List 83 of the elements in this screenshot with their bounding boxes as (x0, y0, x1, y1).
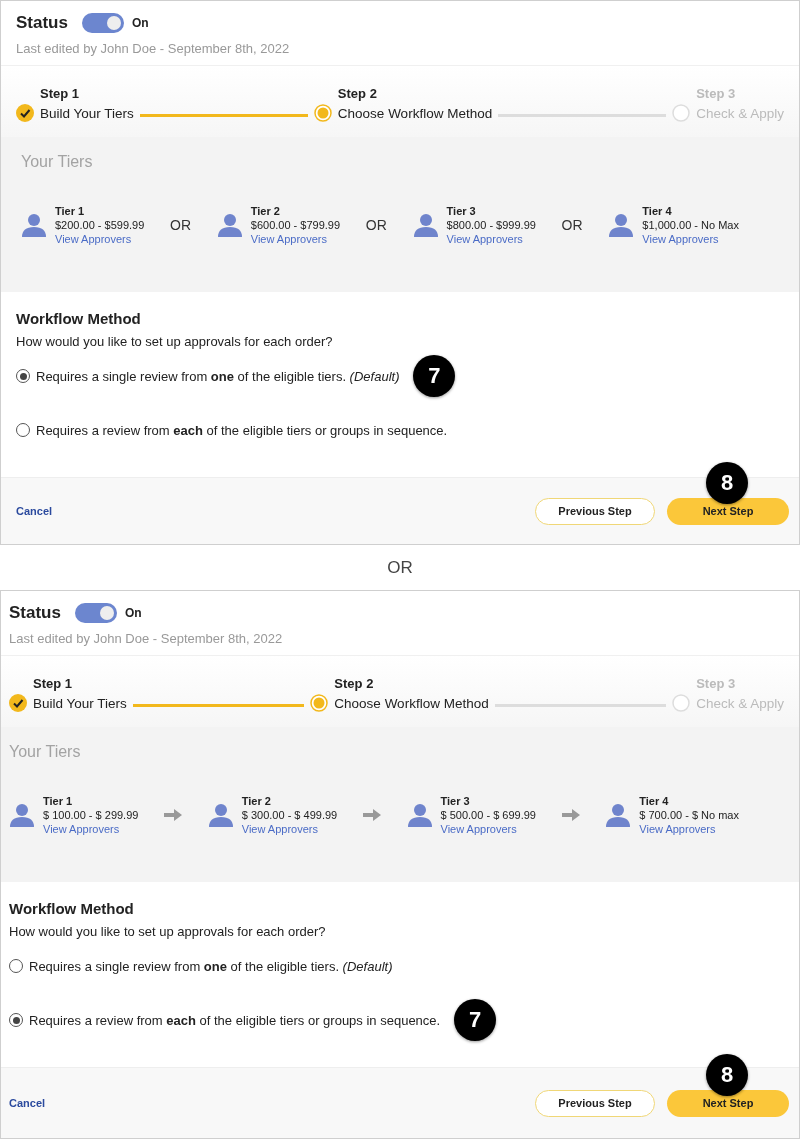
person-icon (9, 802, 35, 828)
step-title: Build Your Tiers (33, 695, 127, 711)
previous-step-button[interactable]: Previous Step (535, 497, 655, 525)
step-label: Step 1 (33, 676, 73, 691)
step-number-badge: 8 (706, 1053, 748, 1096)
step-title: Check & Apply (696, 105, 784, 121)
option-label: Requires a review from each of the eligible tiers or groups in sequence. (29, 1012, 441, 1028)
person-icon (412, 212, 439, 238)
tier-name: Tier 2 (241, 795, 272, 807)
tier-range: $200.00 - $599.99 (55, 219, 145, 231)
person-icon (406, 802, 433, 828)
view-approvers-link[interactable]: View Approvers (55, 233, 145, 245)
option-label: Requires a single review from one of the eligible tiers. (Default) (29, 958, 393, 974)
person-icon (605, 802, 632, 828)
toggle-label: On (124, 606, 142, 620)
radio-button[interactable] (9, 1013, 23, 1027)
tier-name: Tier 2 (250, 205, 281, 217)
arrow-icon (362, 809, 381, 821)
last-edited-text: Last edited by John Doe - September 8th, 2022 (9, 631, 284, 646)
tier-range: $ 300.00 - $ 499.99 (241, 809, 338, 821)
view-approvers-link[interactable]: View Approvers (639, 823, 739, 835)
tier-name: Tier 4 (642, 205, 673, 217)
radio-button[interactable] (16, 423, 30, 437)
step-label: Step 3 (696, 86, 737, 101)
step-label: Step 3 (696, 676, 737, 691)
person-icon (608, 212, 635, 238)
question-text: How would you like to set up approvals for each order? (16, 334, 334, 349)
person-icon (21, 212, 47, 238)
section-title: Workflow Method (16, 310, 142, 327)
or-divider: OR (387, 557, 413, 578)
arrow-icon (561, 809, 580, 821)
step-label: Step 2 (337, 86, 378, 101)
section-title: Workflow Method (9, 900, 135, 917)
next-step-button[interactable]: Next Step (667, 497, 789, 525)
or-label: OR (365, 217, 387, 233)
view-approvers-link[interactable]: View Approvers (250, 233, 341, 245)
status-toggle[interactable] (81, 13, 124, 33)
step-label: Step 2 (334, 676, 375, 691)
last-edited-text: Last edited by John Doe - September 8th, 2022 (16, 41, 291, 56)
step-number-badge: 7 (413, 355, 456, 397)
view-approvers-link[interactable]: View Approvers (241, 823, 338, 835)
tier-range: $600.00 - $799.99 (250, 219, 341, 231)
step-title: Build Your Tiers (40, 105, 134, 121)
tiers-title: Your Tiers (21, 153, 94, 171)
next-step-button[interactable]: Next Step (667, 1089, 789, 1117)
step-number-badge: 7 (454, 999, 497, 1041)
cancel-button[interactable]: Cancel (16, 505, 53, 517)
option-label: Requires a single review from one of the eligible tiers. (Default) (36, 368, 400, 384)
tier-range: $800.00 - $999.99 (446, 219, 536, 231)
person-icon (216, 212, 243, 238)
tier-name: Tier 1 (43, 795, 74, 807)
tier-name: Tier 1 (55, 205, 86, 217)
radio-button[interactable] (9, 959, 23, 973)
tier-name: Tier 3 (440, 795, 471, 807)
view-approvers-link[interactable]: View Approvers (43, 823, 139, 835)
cancel-button[interactable]: Cancel (9, 1097, 46, 1109)
step-title: Check & Apply (696, 695, 784, 711)
or-label: OR (170, 217, 192, 233)
tiers-title: Your Tiers (9, 743, 82, 761)
arrow-icon (164, 809, 183, 821)
status-label: Status (16, 13, 68, 33)
tier-range: $ 100.00 - $ 299.99 (43, 809, 139, 821)
status-toggle[interactable] (74, 603, 117, 623)
radio-button[interactable] (16, 369, 30, 383)
view-approvers-link[interactable]: View Approvers (440, 823, 536, 835)
previous-step-button[interactable]: Previous Step (535, 1089, 655, 1117)
view-approvers-link[interactable]: View Approvers (642, 233, 739, 245)
question-text: How would you like to set up approvals for each order? (9, 924, 327, 939)
step-title: Choose Workflow Method (334, 695, 489, 711)
tier-range: $1,000.00 - No Max (642, 219, 739, 231)
or-label: OR (561, 217, 583, 233)
tier-range: $ 500.00 - $ 699.99 (440, 809, 536, 821)
view-approvers-link[interactable]: View Approvers (446, 233, 536, 245)
step-title: Choose Workflow Method (337, 105, 493, 121)
step-number-badge: 8 (706, 461, 748, 504)
option-label: Requires a review from each of the eligible tiers or groups in sequence. (36, 422, 448, 438)
tier-range: $ 700.00 - $ No max (639, 809, 739, 821)
status-label: Status (9, 603, 61, 623)
person-icon (207, 802, 234, 828)
step-label: Step 1 (40, 86, 80, 101)
toggle-label: On (131, 16, 149, 30)
tier-name: Tier 3 (446, 205, 477, 217)
tier-name: Tier 4 (639, 795, 670, 807)
